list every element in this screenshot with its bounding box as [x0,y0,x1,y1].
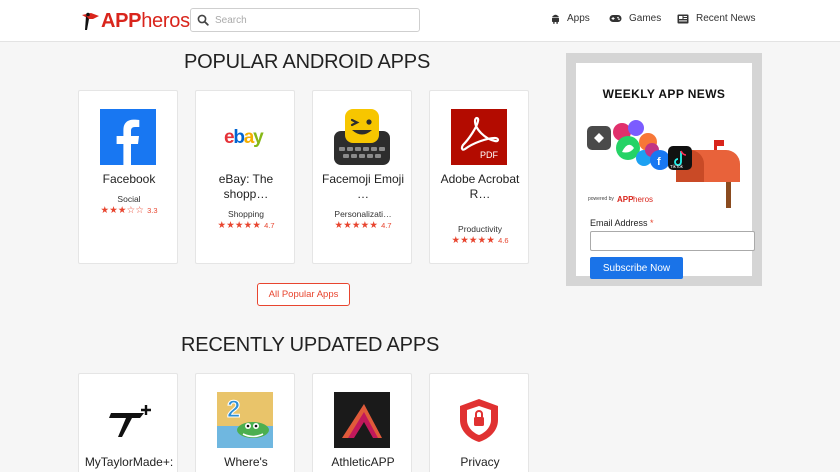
nav-games[interactable]: Games [609,13,661,24]
email-label-text: Email Address [590,218,648,228]
android-icon [552,14,559,24]
newsletter-title: WEEKLY APP NEWS [602,87,726,101]
nav-games-label: Games [629,13,662,24]
logo-text-app: APP [101,9,142,32]
app-name: Privacy [460,455,500,469]
svg-text:f: f [657,156,661,168]
svg-text:ebay: ebay [224,127,264,148]
search-input[interactable] [215,14,405,26]
rating-value: 4.7 [264,221,275,230]
all-popular-apps-button[interactable]: All Popular Apps [257,283,350,306]
app-name: MyTaylorMade+: [84,455,174,469]
nav-recent-news-label: Recent News [696,13,756,24]
app-category: Shopping [228,209,264,219]
recent-section-title: RECENTLY UPDATED APPS [181,334,440,356]
app-card-athleticapp[interactable]: AthleticAPP [312,373,412,472]
ebay-icon: ebay [217,109,273,165]
powered-by-text: powered by [588,196,614,202]
app-name: Facebook [102,172,156,186]
email-field[interactable] [590,231,755,251]
facebook-icon [100,109,156,165]
search-icon [191,14,215,26]
app-name: Adobe Acrobat R… [440,172,520,201]
app-card-ebay[interactable]: ebay eBay: The shopp… Shopping ★★★★★ 4.7 [195,90,295,264]
app-category: Productivity [458,224,502,234]
app-name: Where's [224,455,268,469]
athleticapp-icon [334,392,390,448]
svg-text:TikTok: TikTok [670,164,684,169]
app-rating: ★★★★★ 4.6 [430,235,530,246]
site-header: APPheros Apps Games Recent News [0,0,840,42]
rating-stars: ★★★★★ [334,220,379,231]
rating-value: 3.3 [147,206,158,215]
app-card-facemoji[interactable]: Facemoji Emoji … Personalizati… ★★★★★ 4.… [312,90,412,264]
app-card-wheres-my-water[interactable]: 2 Where's [195,373,295,472]
svg-text:2: 2 [227,396,240,423]
app-rating: ★★★★★ 4.7 [313,220,413,231]
app-news-illustration: f TikTok powered by APP heros [586,110,746,210]
app-card-facebook[interactable]: Facebook Social ★★★☆☆ 3.3 [78,90,178,264]
newsletter-widget: WEEKLY APP NEWS f TikTok powered by APP … [566,53,762,286]
app-name: eBay: The shopp… [218,172,274,201]
nav-apps-label: Apps [567,13,590,24]
app-rating: ★★★★★ 4.7 [196,220,296,231]
appheros-logo[interactable]: APP heros [80,9,190,33]
email-label: Email Address * [590,218,654,228]
nav-apps[interactable]: Apps [551,13,590,24]
rating-stars: ★★★☆☆ [100,205,145,216]
rating-value: 4.6 [498,236,509,245]
taylormade-icon [100,392,156,448]
app-card-adobe-acrobat[interactable]: PDF Adobe Acrobat R… Productivity ★★★★★ … [429,90,529,264]
gamepad-icon [609,15,622,22]
search-box[interactable] [190,8,420,32]
app-category: Personalizati… [334,209,392,219]
powered-logo-app: APP [617,195,634,204]
required-mark: * [650,218,654,228]
app-card-privacy[interactable]: Privacy [429,373,529,472]
subscribe-button[interactable]: Subscribe Now [590,257,683,279]
powered-logo-heros: heros [633,195,653,204]
app-rating: ★★★☆☆ 3.3 [79,205,179,216]
facemoji-icon [334,109,390,165]
app-name: Facemoji Emoji … [321,172,405,201]
privacy-shield-icon [451,392,507,448]
app-name: AthleticAPP [331,455,395,469]
hero-cape-icon [80,10,100,32]
svg-text:PDF: PDF [480,150,499,160]
newsletter-panel: WEEKLY APP NEWS f TikTok powered by APP … [576,63,755,279]
app-card-mytaylormade[interactable]: MyTaylorMade+: [78,373,178,472]
adobe-acrobat-icon: PDF [451,109,507,165]
rating-stars: ★★★★★ [451,235,496,246]
newspaper-icon [677,14,689,23]
rating-value: 4.7 [381,221,392,230]
wheres-my-water-icon: 2 [217,392,273,448]
nav-recent-news[interactable]: Recent News [677,13,755,24]
logo-text-heros: heros [141,9,190,32]
rating-stars: ★★★★★ [217,220,262,231]
app-category: Social [117,194,141,204]
popular-section-title: POPULAR ANDROID APPS [184,51,431,73]
